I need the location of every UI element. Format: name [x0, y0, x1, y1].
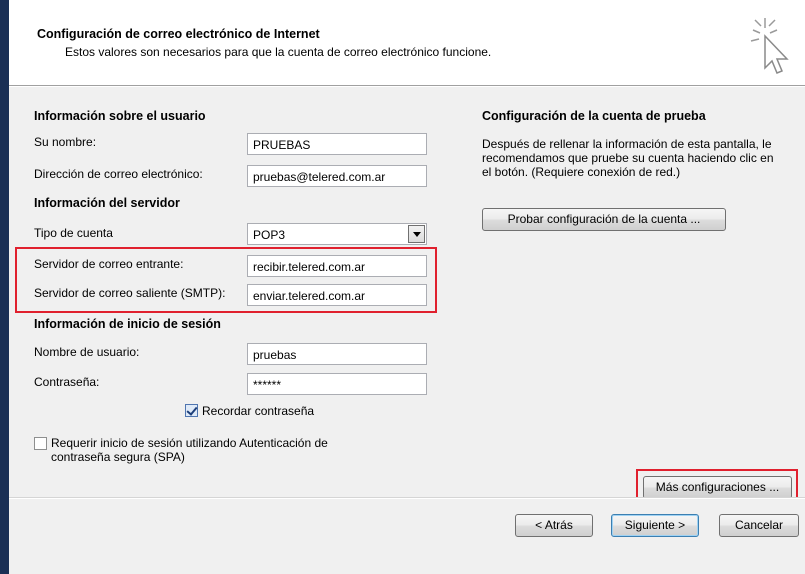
settings-panel: Información sobre el usuario Su nombre: … [9, 87, 805, 501]
account-type-value: POP3 [253, 228, 286, 242]
username-field[interactable]: pruebas [247, 343, 427, 365]
header-title: Configuración de correo electrónico de I… [37, 27, 320, 41]
server-info-title: Información del servidor [34, 196, 180, 210]
test-desc-line3: el botón. (Requiere conexión de red.) [482, 165, 681, 179]
account-type-select[interactable]: POP3 [247, 223, 427, 245]
next-button[interactable]: Siguiente > [611, 514, 699, 537]
account-type-label: Tipo de cuenta [34, 226, 113, 240]
cursor-sparkle-icon [750, 18, 789, 74]
test-settings-description: Después de rellenar la información de es… [482, 137, 782, 179]
spa-label-line1: Requerir inicio de sesión utilizando Aut… [51, 436, 328, 450]
wizard-footer: < Atrás Siguiente > Cancelar [9, 497, 805, 574]
test-settings-title: Configuración de la cuenta de prueba [482, 109, 706, 123]
email-label: Dirección de correo electrónico: [34, 167, 203, 181]
window-left-edge [0, 0, 9, 574]
more-settings-button[interactable]: Más configuraciones ... [643, 476, 792, 499]
remember-password-label[interactable]: Recordar contraseña [202, 404, 314, 418]
user-info-title: Información sobre el usuario [34, 109, 206, 123]
footer-separator [9, 498, 805, 499]
name-field[interactable]: PRUEBAS [247, 133, 427, 155]
incoming-server-field[interactable]: recibir.telered.com.ar [247, 255, 427, 277]
remember-password-checkbox[interactable] [185, 404, 198, 417]
outgoing-server-label: Servidor de correo saliente (SMTP): [34, 286, 226, 300]
chevron-down-icon[interactable] [408, 225, 425, 243]
spa-label-line2: contraseña segura (SPA) [51, 450, 185, 464]
name-label: Su nombre: [34, 135, 97, 149]
cancel-button[interactable]: Cancelar [719, 514, 799, 537]
password-field[interactable]: ****** [247, 373, 427, 395]
logon-info-title: Información de inicio de sesión [34, 317, 221, 331]
incoming-server-label: Servidor de correo entrante: [34, 257, 184, 271]
back-button[interactable]: < Atrás [515, 514, 593, 537]
outgoing-server-field[interactable]: enviar.telered.com.ar [247, 284, 427, 306]
test-desc-line1: Después de rellenar la información de es… [482, 137, 772, 151]
username-label: Nombre de usuario: [34, 345, 140, 359]
test-desc-line2: recomendamos que pruebe su cuenta hacien… [482, 151, 774, 165]
spa-checkbox[interactable] [34, 437, 47, 450]
header-subtitle: Estos valores son necesarios para que la… [65, 45, 492, 59]
email-field[interactable]: pruebas@telered.com.ar [247, 165, 427, 187]
test-account-button[interactable]: Probar configuración de la cuenta ... [482, 208, 726, 231]
password-label: Contraseña: [34, 375, 100, 389]
wizard-header: Configuración de correo electrónico de I… [9, 0, 805, 86]
spa-label[interactable]: Requerir inicio de sesión utilizando Aut… [51, 436, 328, 464]
